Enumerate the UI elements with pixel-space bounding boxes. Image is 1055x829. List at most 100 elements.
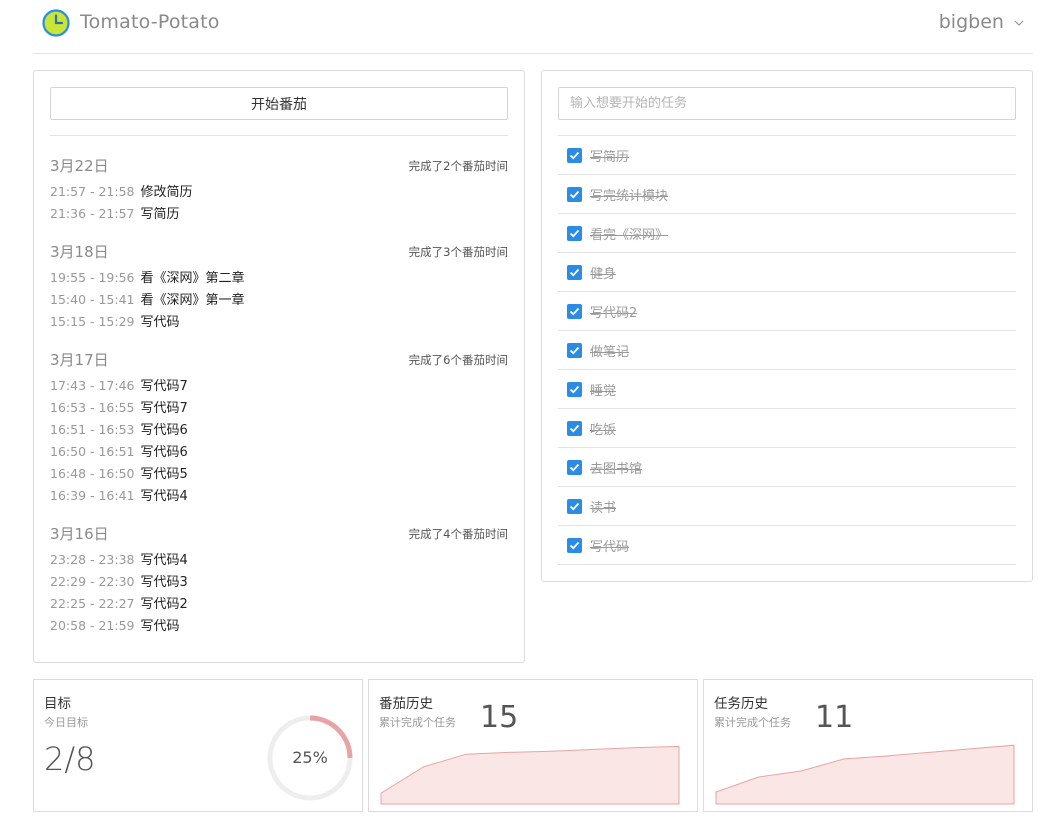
task-list: 写简历写完统计模块 看完《深网》健身写代码2 做笔记 睡觉 吃饭去图书馆读书写代码 (558, 135, 1016, 565)
history-item: 21:36 - 21:57 写简历 (50, 203, 508, 225)
item-time: 21:57 - 21:58 (50, 184, 135, 199)
task-item[interactable]: 写简历 (558, 136, 1016, 175)
task-item[interactable]: 写完统计模块 (558, 175, 1016, 214)
task-item[interactable]: 读书 (558, 487, 1016, 526)
item-time: 16:48 - 16:50 (50, 466, 135, 481)
day-summary: 完成了3个番茄时间 (408, 245, 508, 259)
task-label: 写简历 (590, 150, 630, 165)
item-time: 16:39 - 16:41 (50, 488, 135, 503)
app-title: Tomato-Potato (80, 11, 220, 33)
day-date: 3月17日 (50, 351, 109, 369)
day-summary: 完成了2个番茄时间 (408, 159, 508, 173)
item-description: 看《深网》第二章 (140, 271, 245, 286)
day-date: 3月16日 (50, 525, 109, 543)
checkmark-icon (569, 385, 580, 394)
task-checkbox[interactable] (567, 343, 582, 358)
task-item[interactable]: 看完《深网》 (558, 214, 1016, 253)
task-label: 写完统计模块 (590, 189, 669, 204)
goal-card: 目标 今日目标 2/8 25% (33, 679, 363, 812)
top-bar: Tomato-Potato bigben (33, 0, 1033, 54)
user-menu[interactable]: bigben (939, 11, 1024, 33)
item-time: 16:51 - 16:53 (50, 422, 135, 437)
task-item[interactable]: 睡觉 (558, 370, 1016, 409)
checkmark-icon (569, 346, 580, 355)
item-description: 写简历 (140, 207, 180, 222)
item-description: 写代码2 (140, 597, 188, 612)
trend-area (715, 744, 1015, 805)
tomato-trend-chart (380, 745, 680, 805)
history-item: 15:15 - 15:29 写代码 (50, 311, 508, 333)
user-name: bigben (938, 11, 1004, 33)
tomato-history-list: 3月22日 完成了2个番茄时间 21:57 - 21:58 修改简历 21:36 - 2… (50, 153, 508, 651)
task-item[interactable]: 做笔记 (558, 331, 1016, 370)
item-time: 15:15 - 15:29 (50, 314, 135, 329)
checkmark-icon (569, 307, 580, 316)
history-day: 3月17日 完成了6个番茄时间 17:43 - 17:46 写代码7 16:53 - 1… (50, 347, 508, 507)
item-time: 16:50 - 16:51 (50, 444, 135, 459)
history-item: 20:58 - 21:59 写代码 (50, 615, 508, 637)
tomato-history-card: 番茄历史 累计完成个任务 15 (368, 679, 698, 812)
task-label: 写代码 (590, 540, 630, 555)
task-checkbox[interactable] (567, 187, 582, 202)
task-label: 去图书馆 (590, 462, 643, 477)
history-item: 21:57 - 21:58 修改简历 (50, 181, 508, 203)
checkmark-icon (569, 463, 580, 472)
history-day: 3月22日 完成了2个番茄时间 21:57 - 21:58 修改简历 21:36 - 2… (50, 153, 508, 225)
item-description: 写代码4 (140, 489, 188, 504)
task-history-card: 任务历史 累计完成个任务 11 (703, 679, 1033, 812)
task-checkbox[interactable] (567, 148, 582, 163)
history-item: 16:50 - 16:51 写代码6 (50, 441, 508, 463)
history-item: 17:43 - 17:46 写代码7 (50, 375, 508, 397)
tomato-history-subtitle: 累计完成个任务 (379, 716, 456, 729)
goal-title: 目标 (44, 696, 71, 712)
task-checkbox[interactable] (567, 538, 582, 553)
task-checkbox[interactable] (567, 421, 582, 436)
item-description: 写代码4 (140, 553, 188, 568)
item-time: 19:55 - 19:56 (50, 270, 135, 285)
item-time: 16:53 - 16:55 (50, 400, 135, 415)
history-item: 16:48 - 16:50 写代码5 (50, 463, 508, 485)
goal-percent: 25% (292, 748, 328, 767)
item-time: 21:36 - 21:57 (50, 206, 135, 221)
task-item[interactable]: 去图书馆 (558, 448, 1016, 487)
checkmark-icon (569, 424, 580, 433)
task-label: 看完《深网》 (590, 228, 669, 243)
item-description: 写代码7 (140, 379, 188, 394)
trend-area (380, 745, 680, 805)
item-description: 修改简历 (140, 185, 193, 200)
item-time: 20:58 - 21:59 (50, 618, 135, 633)
task-checkbox[interactable] (567, 499, 582, 514)
history-day: 3月16日 完成了4个番茄时间 23:28 - 23:38 写代码4 22:29 - 2… (50, 521, 508, 637)
task-checkbox[interactable] (567, 265, 582, 280)
day-date: 3月22日 (50, 157, 109, 175)
tomato-panel: 开始番茄 3月22日 完成了2个番茄时间 21:57 - 21:58 修改简历 21:3… (33, 70, 525, 663)
task-checkbox[interactable] (567, 304, 582, 319)
start-tomato-button[interactable]: 开始番茄 (50, 87, 508, 120)
task-checkbox[interactable] (567, 460, 582, 475)
item-description: 写代码7 (140, 401, 188, 416)
task-input[interactable] (558, 87, 1016, 120)
checkmark-icon (569, 190, 580, 199)
history-day: 3月18日 完成了3个番茄时间 19:55 - 19:56 看《深网》第二章 15:40… (50, 239, 508, 333)
history-item: 16:39 - 16:41 写代码4 (50, 485, 508, 507)
item-time: 22:29 - 22:30 (50, 574, 135, 589)
goal-value: 2/8 (44, 740, 96, 778)
task-count: 11 (815, 700, 854, 735)
task-checkbox[interactable] (567, 382, 582, 397)
item-description: 写代码6 (140, 445, 188, 460)
item-description: 写代码6 (140, 423, 188, 438)
task-history-subtitle: 累计完成个任务 (714, 716, 791, 729)
task-checkbox[interactable] (567, 226, 582, 241)
task-label: 写代码2 (590, 306, 638, 321)
history-item: 16:51 - 16:53 写代码6 (50, 419, 508, 441)
history-item: 19:55 - 19:56 看《深网》第二章 (50, 267, 508, 289)
item-time: 17:43 - 17:46 (50, 378, 135, 393)
task-item[interactable]: 健身 (558, 253, 1016, 292)
day-header: 3月22日 完成了2个番茄时间 (50, 153, 508, 181)
task-item[interactable]: 吃饭 (558, 409, 1016, 448)
task-item[interactable]: 写代码 (558, 526, 1016, 565)
task-label: 读书 (590, 501, 617, 516)
task-item[interactable]: 写代码2 (558, 292, 1016, 331)
day-date: 3月18日 (50, 243, 109, 261)
clock-icon (42, 9, 70, 37)
